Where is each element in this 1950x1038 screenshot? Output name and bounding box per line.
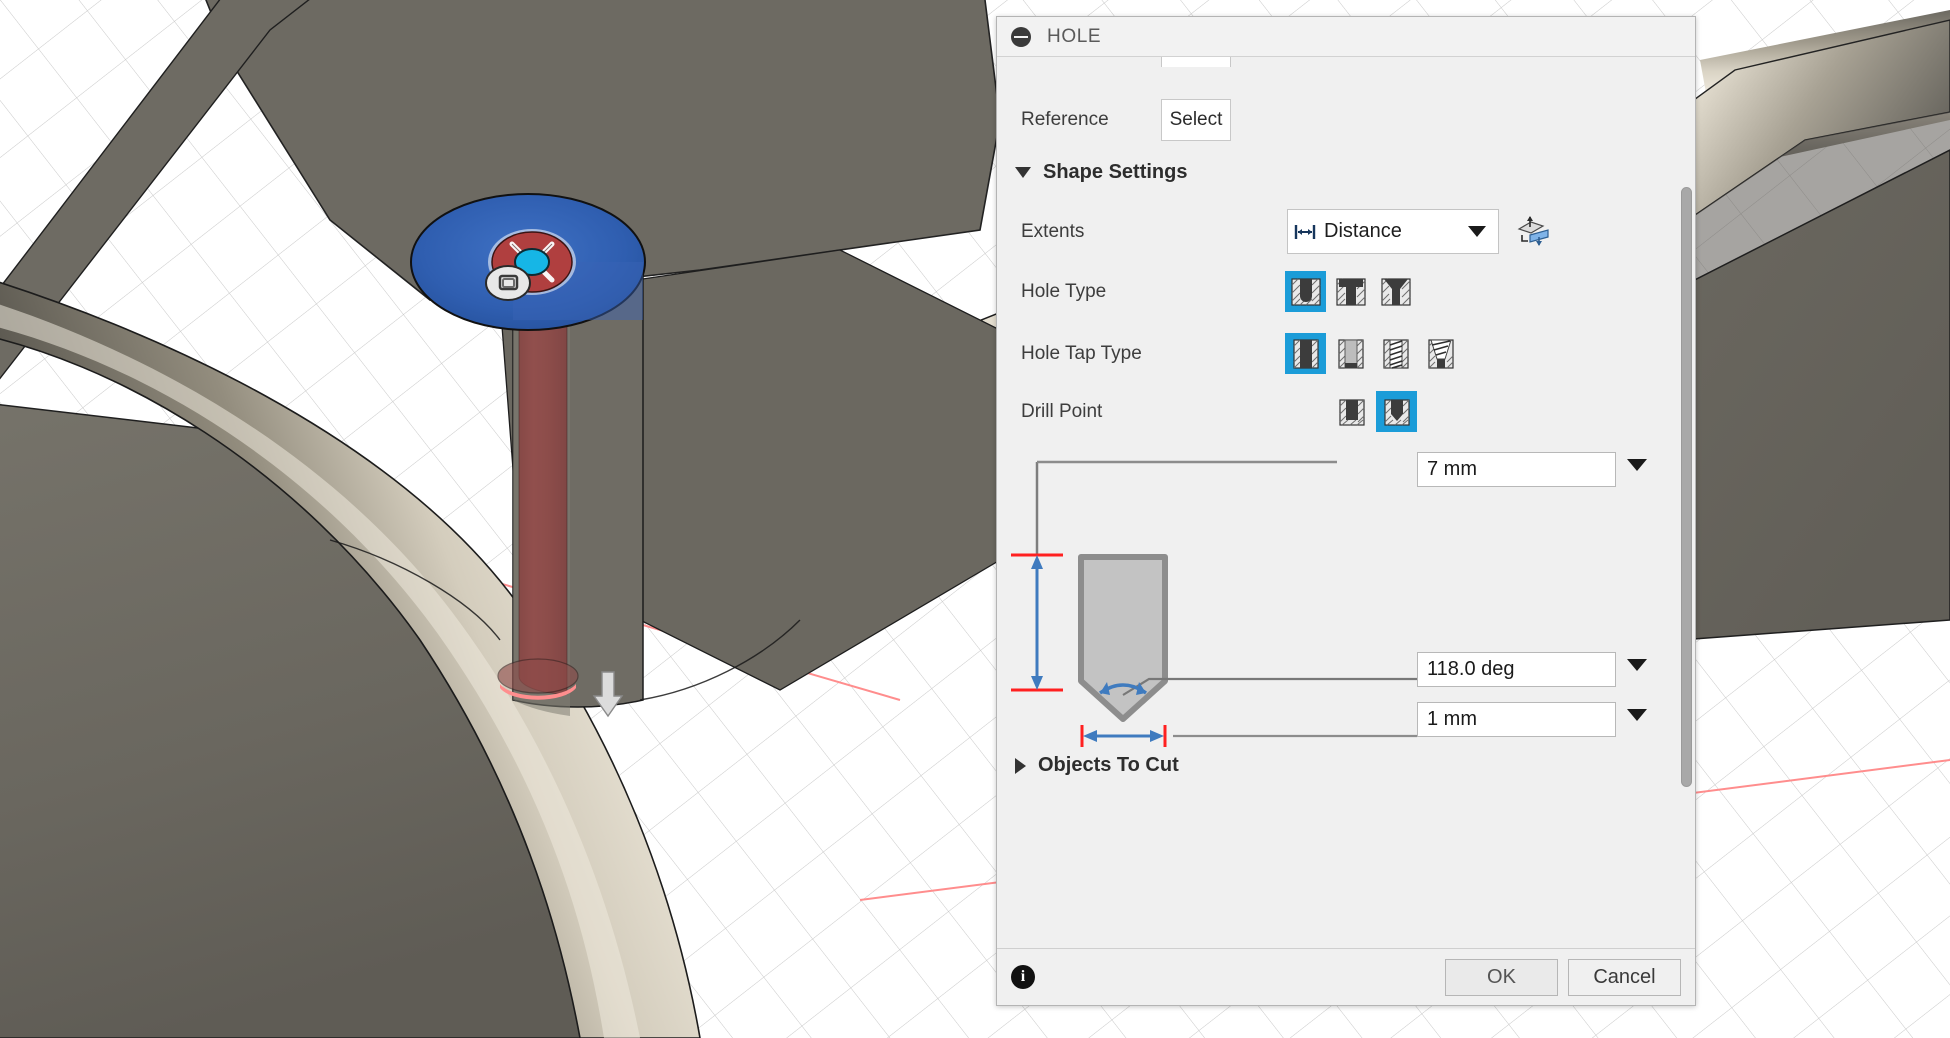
tapped-tap-icon[interactable] xyxy=(1375,333,1416,374)
shape-settings-section-header[interactable]: Shape Settings xyxy=(997,161,1679,184)
reference-row: Reference Select xyxy=(997,99,1679,141)
drill-point-label: Drill Point xyxy=(1021,401,1103,422)
objects-to-cut-title: Objects To Cut xyxy=(1038,754,1179,776)
hole-diameter-field[interactable]: 1 mm xyxy=(1417,702,1616,737)
minus-circle-icon[interactable] xyxy=(1011,26,1031,47)
hole-dialog[interactable]: HOLE Reference Select Shape Settings Ext… xyxy=(996,16,1696,1006)
hole-type-row: Hole Type xyxy=(997,271,1679,313)
drill-point-angle-field[interactable]: 118.0 deg xyxy=(1417,652,1616,687)
hole-type-label: Hole Type xyxy=(1021,281,1107,302)
distance-icon xyxy=(1294,224,1316,239)
dialog-title: HOLE xyxy=(1047,25,1102,47)
taper-tapped-tap-icon[interactable] xyxy=(1420,333,1461,374)
dialog-header: HOLE xyxy=(997,17,1695,57)
hole-tap-type-options xyxy=(1285,333,1461,374)
counterbore-hole-icon[interactable] xyxy=(1330,271,1371,312)
dialog-footer: i OK Cancel xyxy=(997,949,1695,1005)
hole-diameter-dropdown-arrow[interactable] xyxy=(1627,709,1647,721)
simple-tap-icon[interactable] xyxy=(1285,333,1326,374)
objects-to-cut-section-header[interactable]: Objects To Cut xyxy=(997,754,1679,777)
ok-button[interactable]: OK xyxy=(1445,958,1558,996)
chevron-down-icon xyxy=(1015,167,1031,178)
chevron-down-icon[interactable] xyxy=(1468,226,1486,237)
drill-point-options xyxy=(1331,391,1417,432)
info-icon[interactable]: i xyxy=(1011,965,1035,989)
extents-row: Extents Distance xyxy=(997,209,1679,254)
cancel-button[interactable]: Cancel xyxy=(1568,958,1681,996)
hole-depth-dropdown-arrow[interactable] xyxy=(1627,459,1647,471)
drill-point-angle-dropdown-arrow[interactable] xyxy=(1627,659,1647,671)
countersink-hole-icon[interactable] xyxy=(1375,271,1416,312)
reference-select-button[interactable]: Select xyxy=(1161,99,1231,141)
simple-hole-icon[interactable] xyxy=(1285,271,1326,312)
drill-point-row: Drill Point xyxy=(997,391,1679,433)
hole-tap-type-row: Hole Tap Type xyxy=(997,333,1679,375)
extents-label: Extents xyxy=(1021,220,1085,242)
panel-scrollbar[interactable] xyxy=(1681,61,1692,944)
extents-value: Distance xyxy=(1324,220,1402,242)
hole-type-options xyxy=(1285,271,1416,312)
clearance-tap-icon[interactable] xyxy=(1330,333,1371,374)
dialog-scroll-area[interactable]: Reference Select Shape Settings Extents xyxy=(997,57,1695,949)
shape-settings-title: Shape Settings xyxy=(1043,161,1188,183)
panel-scrollbar-thumb[interactable] xyxy=(1681,187,1692,787)
chevron-right-icon xyxy=(1015,757,1026,774)
hole-depth-field[interactable]: 7 mm xyxy=(1417,452,1616,487)
extents-dropdown[interactable]: Distance xyxy=(1287,209,1499,254)
hole-tap-type-label: Hole Tap Type xyxy=(1021,343,1142,364)
angle-drill-point-icon[interactable] xyxy=(1376,391,1417,432)
flat-drill-point-icon[interactable] xyxy=(1331,391,1372,432)
flip-direction-icon[interactable] xyxy=(1515,213,1551,254)
clipped-upper-field[interactable] xyxy=(1161,57,1231,67)
